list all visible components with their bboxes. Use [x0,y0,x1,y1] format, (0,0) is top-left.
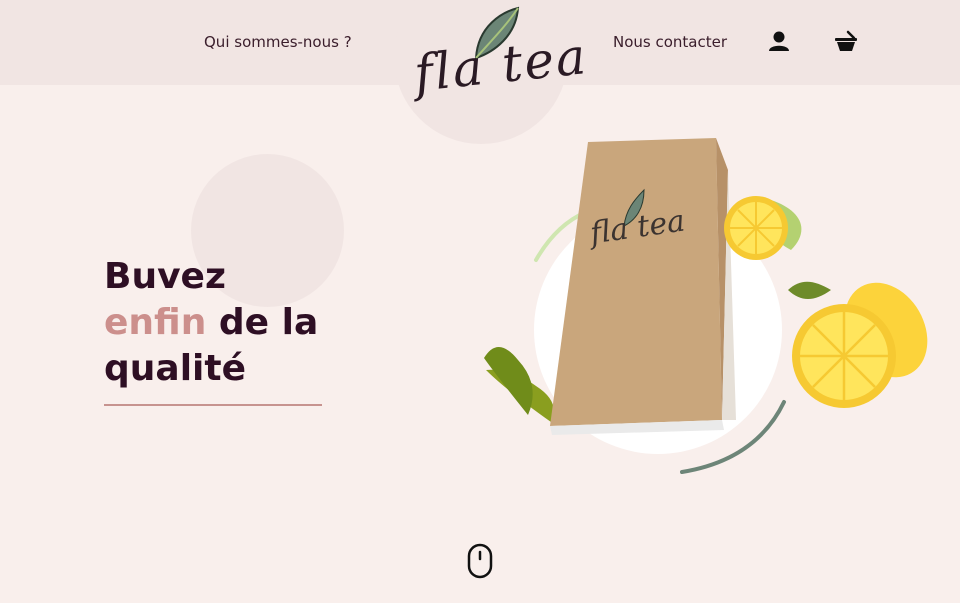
nav-link-contact[interactable]: Nous contacter [613,33,727,51]
headline-line2: de la [206,302,319,343]
logo-wordmark: fla tea [411,27,591,103]
hero-headline: Buvez enfin de la qualité [104,254,318,392]
brand-logo[interactable]: fla tea [404,6,590,116]
headline-accent-word: enfin [104,302,207,343]
basket-icon[interactable] [834,30,858,56]
headline-word-qualite: qualité [104,348,246,389]
mouse-scroll-icon[interactable] [467,543,493,583]
nav-link-about[interactable]: Qui sommes-nous ? [204,33,352,51]
headline-word-buvez: Buvez [104,256,226,297]
user-account-icon[interactable] [768,30,790,56]
hero-product-illustration: fla tea [466,130,936,480]
headline-underline [104,404,322,406]
